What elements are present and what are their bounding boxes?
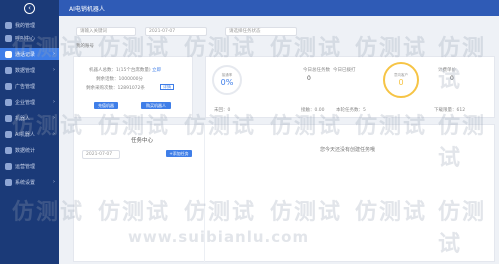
connect-rate-value: 0% xyxy=(220,78,234,87)
sidebar-item[interactable]: 数据统计 xyxy=(0,144,59,156)
sidebar-item-label: 广告管理 xyxy=(15,83,36,90)
topbar: AI电销机器人 xyxy=(59,0,499,16)
watermark-text: 仿测试 xyxy=(184,36,257,61)
sidebar-item[interactable]: 企业管理 › xyxy=(0,96,59,108)
sidebar-item-label: 运营管理 xyxy=(15,163,36,170)
watermark-text: 仿测试 xyxy=(184,200,257,225)
intent-ring: 意向客户 0 xyxy=(383,62,419,98)
sidebar-item-label: 数据管理 xyxy=(15,67,36,74)
watermark-text: 仿测试 xyxy=(12,36,85,61)
watermark-text: 仿测试 xyxy=(98,114,171,139)
sidebar-item-label: 系统设置 xyxy=(15,179,36,186)
sidebar-item-label: 我的管理 xyxy=(15,22,36,29)
task-date-input[interactable]: 2021-07-07 xyxy=(82,150,120,159)
remaining-purchases: 剩余采购次数：12891072条 xyxy=(86,86,145,91)
watermark-text: 仿测试 xyxy=(438,36,487,93)
watermark-text: 仿测试 xyxy=(355,114,428,139)
back-icon[interactable]: ‹ xyxy=(24,2,35,14)
watermark-text: 仿测试 xyxy=(12,114,85,139)
watermark-url: www.suibianlu.com xyxy=(128,228,310,246)
watermark-text: 仿测试 xyxy=(12,200,85,225)
chevron-right-icon: › xyxy=(53,67,55,73)
remaining-minutes: 剩余话数：1000000分 xyxy=(96,77,144,82)
robot-count-link[interactable]: 立即 xyxy=(152,68,161,73)
watermark-text: 仿测试 xyxy=(438,200,487,257)
add-task-button[interactable]: +添加任务 xyxy=(166,150,192,157)
sidebar-item[interactable]: 系统设置 › xyxy=(0,176,59,188)
menu-icon xyxy=(5,66,12,74)
sidebar-item-label: 数据统计 xyxy=(15,147,36,154)
sidebar-item[interactable]: 广告管理 xyxy=(0,80,59,92)
today-dialed-label: 今日已拨打 xyxy=(333,68,356,73)
menu-icon xyxy=(5,146,12,154)
chevron-right-icon: › xyxy=(53,99,55,105)
connect-rate-ring: 接通率 0% xyxy=(212,65,242,95)
sidebar-top: ‹ xyxy=(0,0,59,16)
details-button[interactable]: 详情 xyxy=(160,84,174,90)
watermark-text: 仿测试 xyxy=(98,36,171,61)
watermark-text: 仿测试 xyxy=(355,36,428,61)
menu-icon xyxy=(5,34,12,42)
chevron-right-icon: › xyxy=(53,179,55,185)
sidebar-item[interactable]: 运营管理 xyxy=(0,160,59,172)
watermark-text: 仿测试 xyxy=(270,114,343,139)
menu-icon xyxy=(5,178,12,186)
watermark-text: 仿测试 xyxy=(355,200,428,225)
menu-icon xyxy=(5,82,12,90)
watermark-text: 仿测试 xyxy=(270,200,343,225)
menu-icon xyxy=(5,114,12,122)
menu-icon xyxy=(5,130,12,138)
menu-icon xyxy=(5,98,12,106)
today-tasks-value: 0 xyxy=(307,75,311,82)
menu-icon xyxy=(5,50,12,58)
watermark-text: 仿测试 xyxy=(438,114,487,171)
page-title: AI电销机器人 xyxy=(69,5,105,13)
intent-value: 0 xyxy=(398,78,404,87)
watermark-text: 仿测试 xyxy=(184,114,257,139)
menu-icon xyxy=(5,162,12,170)
sidebar-item[interactable]: 数据管理 › xyxy=(0,64,59,76)
robot-count: 机器人总数：1(15个台席数量) 立即 xyxy=(89,68,162,73)
menu-icon xyxy=(5,21,12,29)
watermark-text: 仿测试 xyxy=(270,36,343,61)
empty-tasks-message: 您今天还没有创建任务哦 xyxy=(320,147,376,153)
today-tasks-label: 今日总任务数 xyxy=(303,68,330,73)
sidebar-item-label: 企业管理 xyxy=(15,99,36,106)
watermark-text: 仿测试 xyxy=(98,200,171,225)
